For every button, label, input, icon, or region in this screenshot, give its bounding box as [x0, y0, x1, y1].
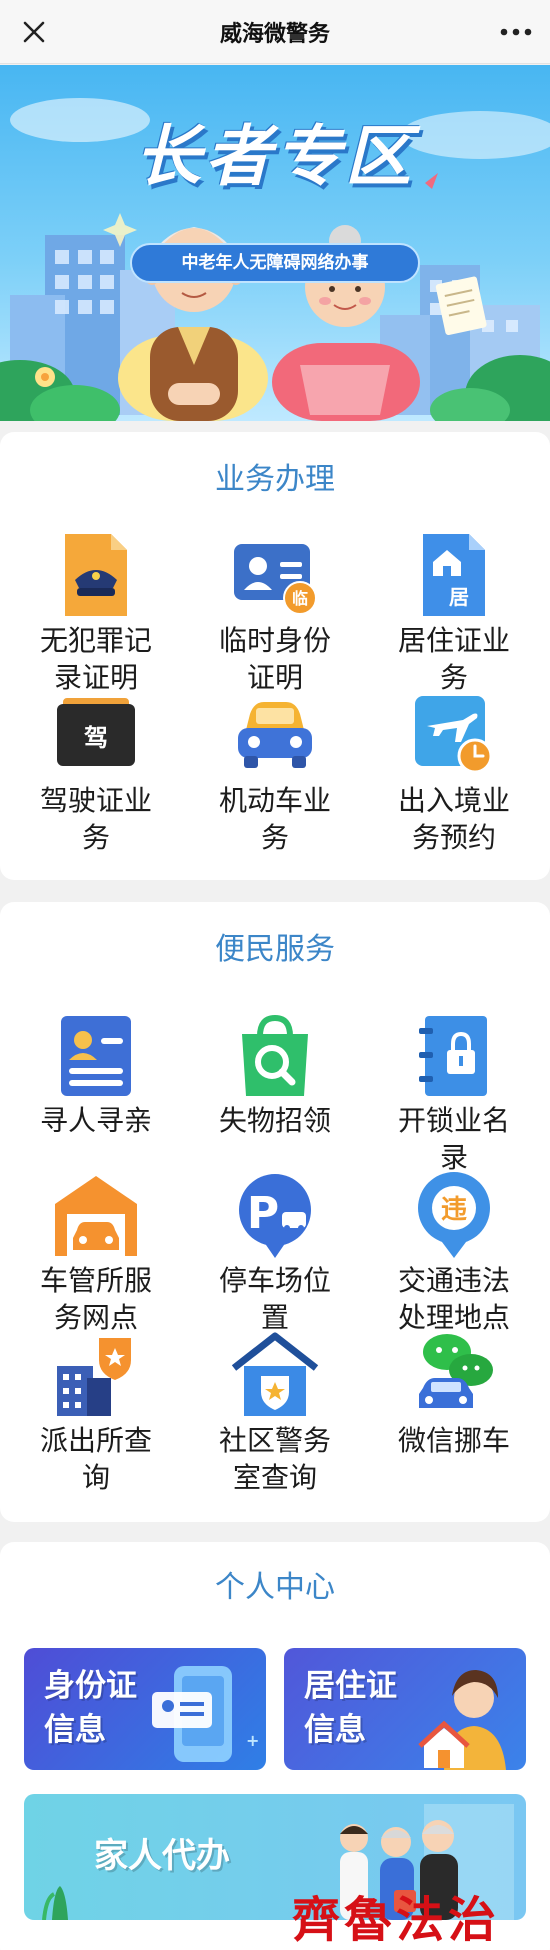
garage-car-icon	[55, 1176, 137, 1256]
item-label: 派出所查询	[39, 1424, 152, 1494]
motor-vehicle-item[interactable]: 机动车业务	[195, 690, 355, 856]
item-label: 交通违法处理地点	[397, 1264, 510, 1334]
wechat-car-icon	[419, 1334, 493, 1408]
car-icon	[238, 702, 312, 768]
page-title: 威海微警务	[219, 21, 330, 47]
person-card-icon	[61, 1016, 131, 1096]
item-label: 停车场位置	[218, 1264, 331, 1334]
traffic-violation-item[interactable]: 违 交通违法处理地点	[374, 1170, 534, 1336]
vehicle-office-item[interactable]: 车管所服务网点	[16, 1170, 176, 1336]
entry-exit-item[interactable]: 出入境业务预约	[374, 690, 534, 856]
item-label: 居住证业务	[397, 624, 510, 694]
item-label: 失物招领	[218, 1104, 331, 1137]
community-police-item[interactable]: 社区警务室查询	[195, 1330, 355, 1496]
lost-and-found-item[interactable]: 失物招领	[195, 1010, 355, 1139]
temporary-id-item[interactable]: 临 临时身份证明	[195, 530, 355, 696]
svg-text:临: 临	[292, 589, 308, 608]
police-station-icon	[57, 1338, 131, 1416]
item-label: 无犯罪记录证明	[39, 624, 152, 694]
card-title: 家人代办	[94, 1836, 230, 1876]
shopping-bag-search-icon	[242, 1014, 308, 1096]
item-label: 车管所服务网点	[39, 1264, 152, 1334]
card-line2: 信息	[304, 1712, 366, 1748]
card-line1: 身份证	[44, 1668, 137, 1704]
card-line1: 居住证	[304, 1668, 397, 1704]
parking-location-item[interactable]: P 停车场位置	[195, 1170, 355, 1336]
svg-text:P: P	[247, 1188, 279, 1239]
item-label: 社区警务室查询	[218, 1424, 331, 1494]
close-icon[interactable]	[14, 12, 54, 52]
police-cap-document-icon	[65, 534, 127, 616]
card-line2: 信息	[44, 1712, 106, 1748]
item-label: 机动车业务	[218, 784, 331, 854]
banner-title: 长者专区	[135, 118, 415, 195]
svg-text:驾: 驾	[84, 724, 108, 752]
parking-pin-icon: P	[239, 1174, 311, 1258]
title-bar: 威海微警务	[0, 0, 550, 64]
item-label: 出入境业务预约	[397, 784, 510, 854]
driver-license-item[interactable]: 驾 驾驶证业务	[16, 690, 176, 856]
community-police-house-icon	[231, 1332, 319, 1416]
item-label: 微信挪车	[397, 1424, 510, 1457]
item-label: 开锁业名录	[397, 1104, 510, 1174]
no-criminal-record-item[interactable]: 无犯罪记录证明	[16, 530, 176, 696]
more-icon[interactable]	[494, 12, 538, 52]
locksmith-directory-item[interactable]: 开锁业名录	[374, 1010, 534, 1176]
driver-license-icon: 驾	[57, 698, 135, 766]
item-label: 驾驶证业务	[39, 784, 152, 854]
temporary-id-card-icon: 临	[234, 544, 317, 615]
elderly-zone-banner[interactable]: 长者专区 中老年人无障碍网络办事	[0, 65, 550, 421]
residence-info-card[interactable]: 居住证 信息	[284, 1648, 526, 1770]
watermark-text: 齊魯法治	[292, 1892, 501, 1948]
svg-text:居: 居	[449, 585, 469, 609]
residence-permit-item[interactable]: 居 居住证业务	[374, 530, 534, 696]
svg-text:违: 违	[441, 1195, 467, 1225]
residence-permit-icon: 居	[423, 534, 485, 616]
find-relatives-item[interactable]: 寻人寻亲	[16, 1010, 176, 1139]
section-title-convenience: 便民服务	[215, 932, 335, 967]
wechat-move-car-item[interactable]: 微信挪车	[374, 1330, 534, 1459]
svg-text:+: +	[246, 1731, 259, 1750]
item-label: 临时身份证明	[218, 624, 331, 694]
police-station-query-item[interactable]: 派出所查询	[16, 1330, 176, 1496]
business-section: 业务办理 无犯罪记录证明 临 临时身份证明 居 居住证业务 驾 驾驶证业务 机动…	[0, 432, 550, 880]
convenience-section: 便民服务 寻人寻亲 失物招领 开锁业名录 车管所服务网点 P 停车场位置 违 交…	[0, 902, 550, 1522]
section-title-business: 业务办理	[215, 462, 335, 497]
section-title-personal: 个人中心	[215, 1570, 335, 1605]
violation-pin-icon: 违	[418, 1172, 490, 1258]
id-card-info-card[interactable]: + 身份证 信息	[24, 1648, 266, 1770]
airplane-clock-icon	[415, 696, 493, 774]
lock-book-icon	[419, 1016, 487, 1096]
item-label: 寻人寻亲	[39, 1104, 152, 1137]
banner-subtitle: 中老年人无障碍网络办事	[130, 243, 420, 283]
